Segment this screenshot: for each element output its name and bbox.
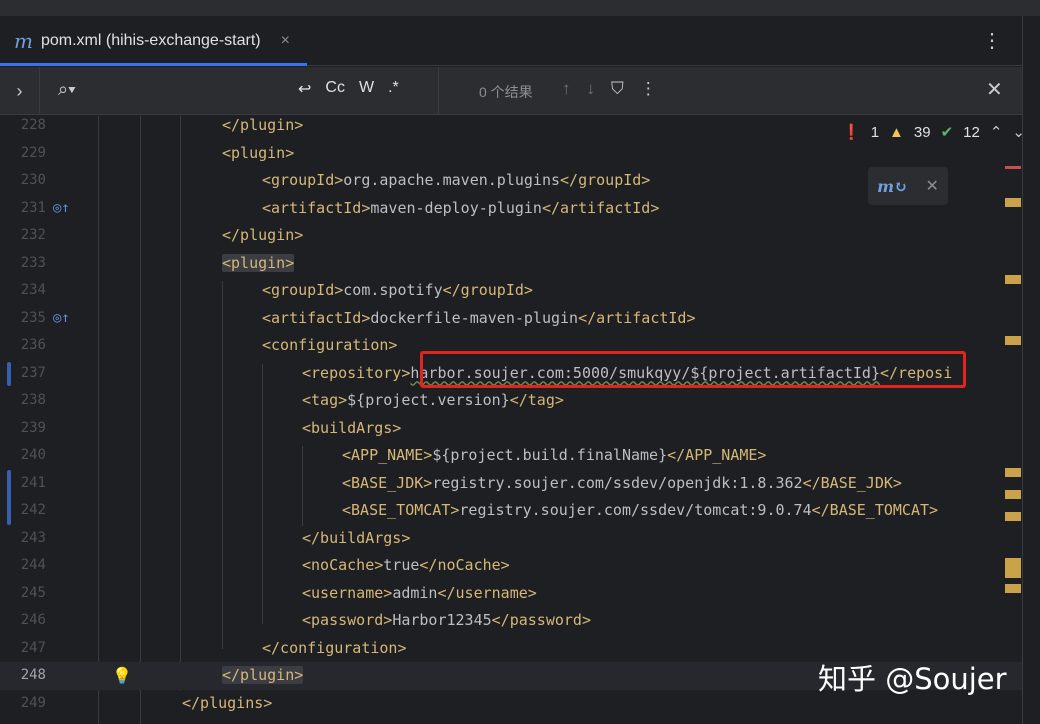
code-line: 235 ◎↑ <artifactId>dockerfile-maven-plugin…: [0, 305, 1022, 333]
editor-tab-bar: m pom.xml (hihis-exchange-start) × ⋮: [0, 16, 1022, 66]
code-line: 244 <noCache>true</noCache>: [20, 556, 510, 574]
tab-pom-xml[interactable]: m pom.xml (hihis-exchange-start) ×: [0, 16, 304, 66]
tab-menu-icon[interactable]: ⋮: [982, 28, 1002, 53]
new-line-icon[interactable]: ↩: [298, 79, 311, 99]
search-options: ↩ Cc W .*: [298, 79, 399, 99]
find-nav: ↑ ↓ ⛉ ⋮: [562, 79, 657, 99]
code-line: 239 <buildArgs>: [20, 418, 402, 437]
more-options-icon[interactable]: ⋮: [640, 79, 657, 99]
lightbulb-icon[interactable]: 💡: [112, 662, 132, 690]
error-icon: ❗: [842, 124, 861, 141]
matched-tag-highlight: <plugin>: [222, 253, 295, 272]
warning-stripe-mark[interactable]: [1005, 468, 1021, 477]
watermark: 知乎 @Soujer: [818, 662, 1007, 696]
error-stripe-mark[interactable]: [1005, 166, 1021, 169]
matched-tag-highlight: </plugin>: [222, 666, 304, 684]
warning-stripe-mark[interactable]: [1005, 275, 1021, 284]
warning-count: 39: [913, 123, 931, 141]
close-find-icon[interactable]: ✕: [986, 77, 1003, 102]
warning-stripe-mark[interactable]: [1005, 198, 1021, 207]
active-tab-underline: [0, 63, 307, 66]
warning-icon: ▲: [889, 123, 904, 141]
warning-stripe-mark[interactable]: [1005, 490, 1021, 499]
close-icon[interactable]: ✕: [925, 176, 938, 196]
warning-stripe-mark[interactable]: [1005, 336, 1021, 345]
code-line: 234 <groupId>com.spotify</groupId>: [20, 281, 533, 299]
find-divider: [438, 67, 439, 115]
ok-count: 12: [963, 123, 980, 141]
code-editor[interactable]: 228 </plugin> 229 <plugin> 230 <groupId>org…: [0, 116, 1022, 724]
maven-file-icon: m: [14, 29, 33, 53]
inspection-widget[interactable]: ❗ 1 ▲ 39 ✔ 12 ⌃ ⌄: [842, 123, 1025, 142]
filter-icon[interactable]: ⛉: [611, 79, 624, 99]
code-line: 232 </plugin>: [20, 226, 304, 244]
code-line: 233 <plugin>: [20, 253, 295, 272]
code-line: 240 <APP_NAME>${project.build.finalName}<…: [20, 446, 767, 464]
tab-close-icon[interactable]: ×: [281, 32, 290, 50]
code-line: 238 <tag>${project.version}</tag>: [20, 391, 564, 409]
match-case-toggle[interactable]: Cc: [325, 79, 345, 99]
warning-stripe-mark[interactable]: [1005, 512, 1021, 521]
code-line: 245 <username>admin</username>: [20, 583, 537, 602]
code-line: 243 </buildArgs>: [20, 528, 411, 547]
implemented-marker-icon[interactable]: ◎↑: [53, 195, 70, 223]
regex-toggle[interactable]: .*: [388, 79, 399, 99]
check-icon: ✔: [940, 124, 954, 141]
error-count: 1: [870, 123, 880, 141]
words-toggle[interactable]: W: [359, 79, 374, 99]
code-line: 229 <plugin>: [20, 143, 295, 162]
code-line: 242 <BASE_TOMCAT>registry.soujer.com/ssde…: [20, 501, 939, 519]
maven-reload-popup: m↻ ✕: [868, 167, 948, 205]
expand-replace-icon[interactable]: ›: [0, 67, 40, 115]
tab-title: pom.xml (hihis-exchange-start): [40, 32, 261, 49]
chevron-up-icon[interactable]: ⌃: [990, 123, 1003, 141]
annotation-highlight-box: [420, 351, 966, 388]
chevron-down-icon[interactable]: ⌄: [1012, 123, 1025, 141]
implemented-marker-icon[interactable]: ◎↑: [53, 305, 70, 333]
warning-stripe-mark[interactable]: [1005, 584, 1021, 593]
prev-occurrence-icon[interactable]: ↑: [562, 79, 571, 99]
find-bar: › ⌕▾ ↩ Cc W .* 0 个结果 ↑ ↓ ⛉ ⋮ ✕: [0, 67, 1022, 115]
code-line: 246 <password>Harbor12345</password>: [20, 611, 591, 629]
warning-stripe-mark[interactable]: [1005, 558, 1021, 578]
search-history-icon[interactable]: ⌕▾: [58, 79, 76, 100]
result-count: 0 个结果: [479, 84, 533, 100]
next-occurrence-icon[interactable]: ↓: [587, 79, 596, 99]
code-line: 241 <BASE_JDK>registry.soujer.com/ssdev/o…: [0, 469, 1022, 525]
maven-reload-icon[interactable]: m↻: [877, 177, 907, 196]
window-top-strip: [0, 0, 1040, 16]
